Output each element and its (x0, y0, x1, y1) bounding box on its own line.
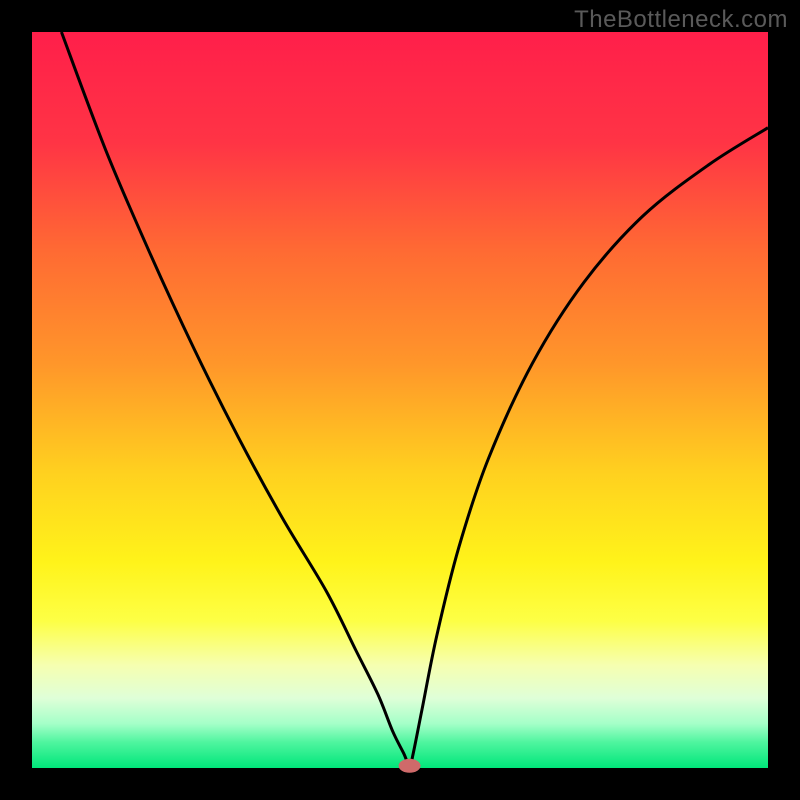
bottleneck-chart (0, 0, 800, 800)
chart-stage: TheBottleneck.com (0, 0, 800, 800)
watermark-text: TheBottleneck.com (574, 6, 788, 34)
plot-background (32, 32, 768, 768)
optimum-marker (399, 759, 421, 773)
